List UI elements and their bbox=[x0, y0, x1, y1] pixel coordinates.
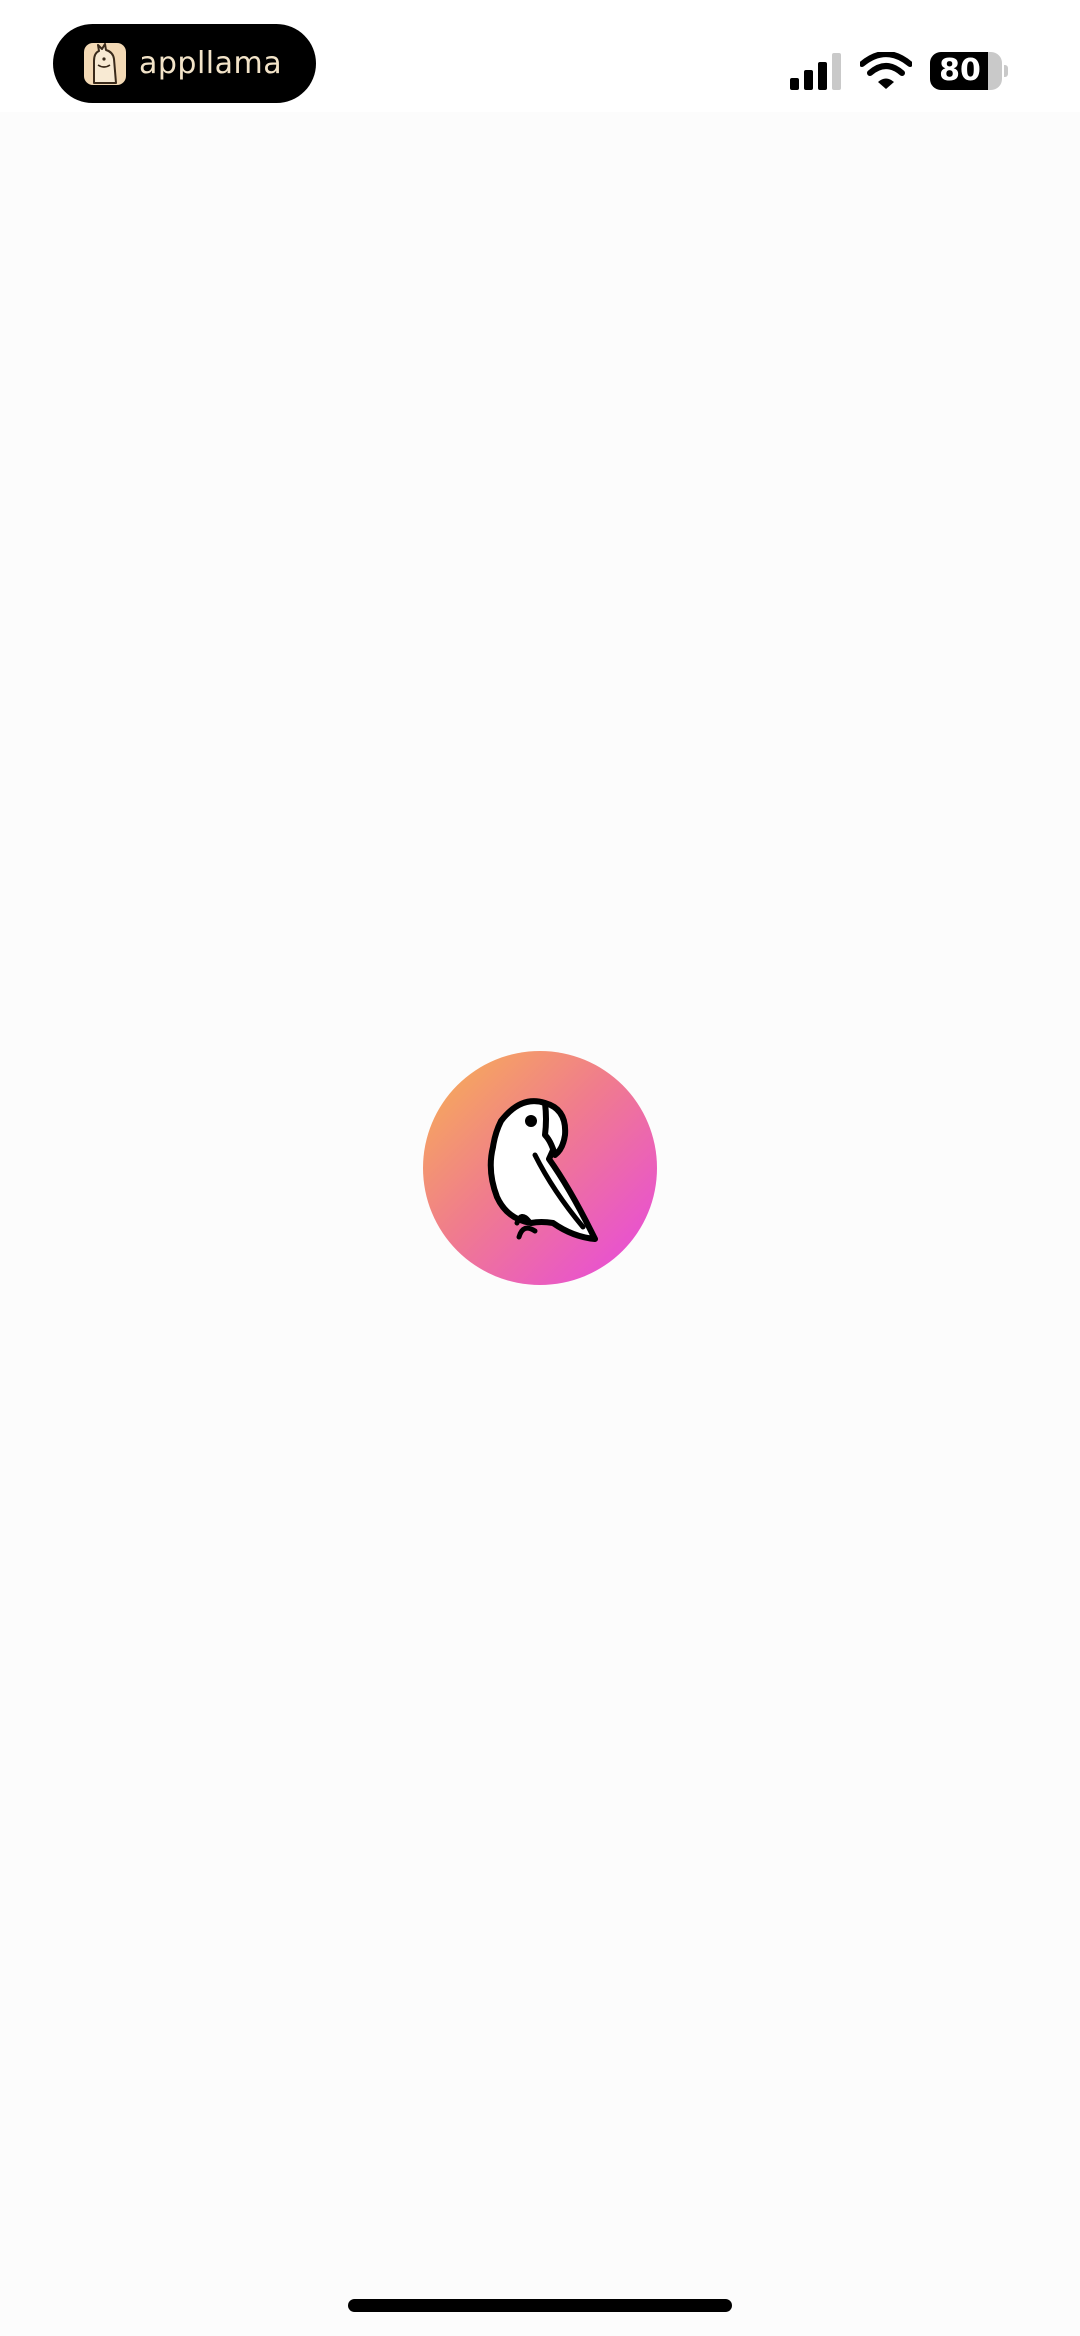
splash-screen: appllama 80 bbox=[0, 0, 1080, 2336]
battery-icon: 80 bbox=[930, 52, 1008, 90]
battery-level: 80 bbox=[939, 53, 981, 88]
wifi-icon bbox=[859, 51, 913, 90]
home-indicator[interactable] bbox=[348, 2299, 732, 2312]
parrot-logo-icon bbox=[423, 1051, 657, 1285]
battery-tip bbox=[1004, 65, 1008, 77]
llama-icon bbox=[84, 42, 126, 85]
app-name-label: appllama bbox=[139, 46, 283, 81]
status-bar: appllama 80 bbox=[0, 0, 1080, 112]
app-indicator-pill[interactable]: appllama bbox=[53, 24, 316, 103]
battery-body: 80 bbox=[930, 52, 1002, 90]
cellular-signal-icon bbox=[790, 53, 844, 90]
